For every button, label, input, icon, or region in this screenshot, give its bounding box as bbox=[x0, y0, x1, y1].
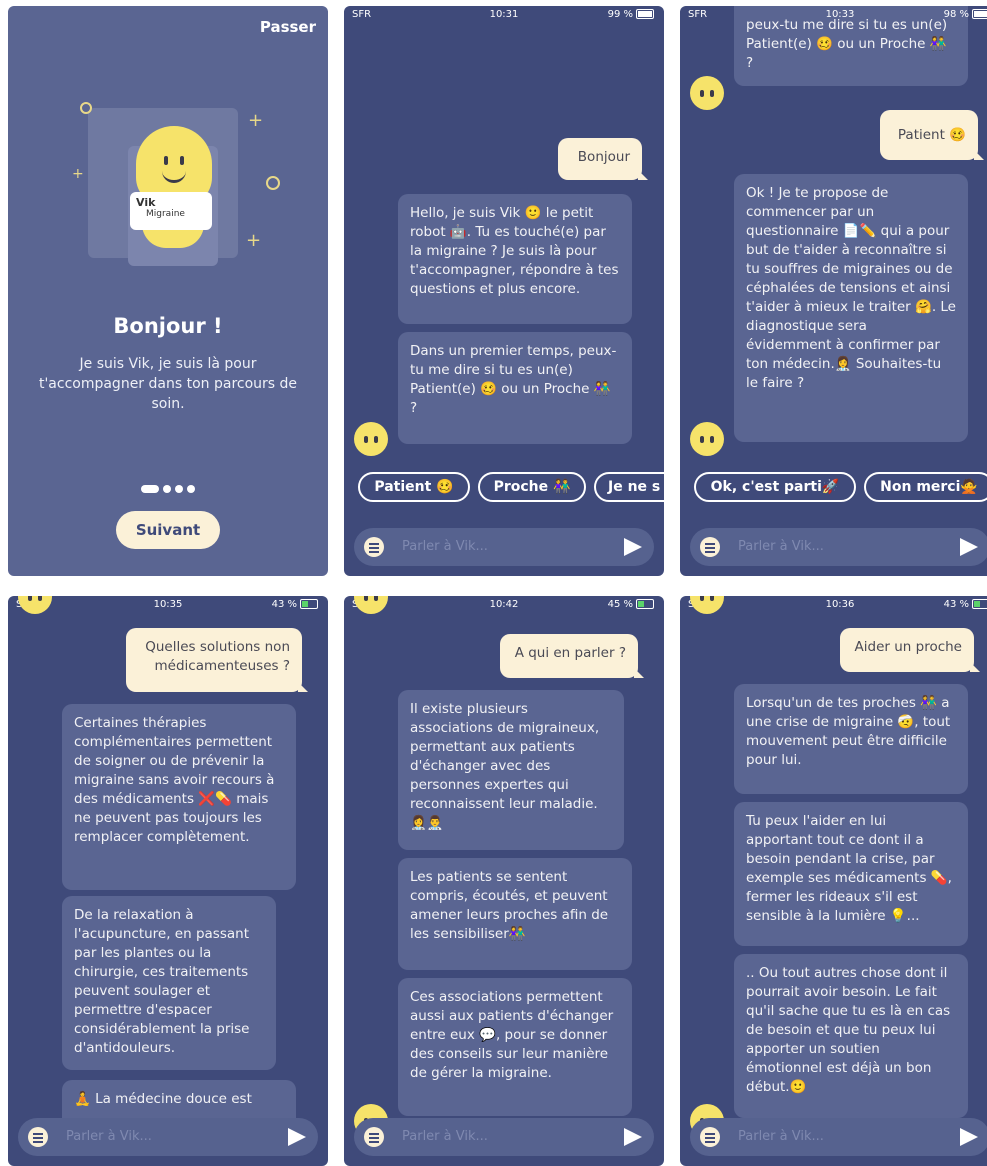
quick-reply-decline[interactable]: Non merci🙅 bbox=[864, 472, 987, 502]
menu-icon[interactable] bbox=[700, 1127, 720, 1147]
page-dot bbox=[187, 484, 195, 493]
message-input-bar[interactable]: Parler à Vik... bbox=[18, 1118, 318, 1156]
chat-screen-non-drug-solutions: SFR 10:35 43 % Quelles solutions non méd… bbox=[8, 596, 328, 1166]
send-icon[interactable] bbox=[960, 1128, 978, 1146]
welcome-description: Je suis Vik, je suis là pour t'accompagn… bbox=[38, 356, 298, 412]
bot-avatar-icon bbox=[690, 76, 724, 110]
battery-indicator: 43 % bbox=[272, 599, 318, 610]
chat-screen-questionnaire: peux-tu me dire si tu es un(e) Patient(e… bbox=[680, 6, 987, 576]
bot-message: Dans un premier temps, peux-tu me dire s… bbox=[398, 332, 632, 444]
user-message: Aider un proche bbox=[840, 628, 980, 672]
bot-message: Ok ! Je te propose de commencer par un q… bbox=[734, 174, 968, 442]
chat-screen-intro: SFR 10:31 99 % Bonjour Hello, je suis Vi… bbox=[344, 6, 664, 576]
message-input-bar[interactable]: Parler à Vik... bbox=[354, 1118, 654, 1156]
next-button[interactable]: Suivant bbox=[116, 511, 220, 549]
mascot-shirt: Vik Migraine bbox=[130, 192, 212, 230]
quick-reply-other[interactable]: Je ne s bbox=[594, 472, 664, 502]
circle-decoration bbox=[80, 102, 92, 114]
quick-reply-patient[interactable]: Patient 🥴 bbox=[358, 472, 470, 502]
bot-message: Ces associations permettent aussi aux pa… bbox=[398, 978, 632, 1116]
quick-replies: Patient 🥴 Proche 👫 Je ne s bbox=[344, 472, 664, 502]
page-dot-active bbox=[141, 484, 159, 493]
message-input[interactable]: Parler à Vik... bbox=[402, 539, 488, 554]
battery-indicator: 45 % bbox=[608, 599, 654, 610]
quick-reply-proche[interactable]: Proche 👫 bbox=[478, 472, 586, 502]
user-message: Bonjour bbox=[558, 138, 648, 180]
menu-icon[interactable] bbox=[364, 537, 384, 557]
status-bar: SFR 10:36 43 % bbox=[680, 596, 987, 614]
bot-avatar-icon bbox=[354, 422, 388, 456]
status-bar: SFR 10:42 45 % bbox=[344, 596, 664, 614]
battery-indicator: 99 % bbox=[608, 9, 654, 20]
menu-icon[interactable] bbox=[700, 537, 720, 557]
status-bar: SFR 10:35 43 % bbox=[8, 596, 328, 614]
clock: 10:36 bbox=[825, 599, 855, 610]
chat-screen-who-to-talk: SFR 10:42 45 % A qui en parler ? Il exis… bbox=[344, 596, 664, 1166]
menu-icon[interactable] bbox=[364, 1127, 384, 1147]
clock: 10:33 bbox=[825, 9, 855, 20]
bot-message: Tu peux l'aider en lui apportant tout ce… bbox=[734, 802, 968, 946]
bot-message: Il existe plusieurs associations de migr… bbox=[398, 690, 624, 850]
send-icon[interactable] bbox=[624, 1128, 642, 1146]
plus-decoration: + bbox=[72, 166, 84, 182]
send-icon[interactable] bbox=[288, 1128, 306, 1146]
welcome-title: Bonjour ! bbox=[113, 314, 223, 338]
circle-decoration bbox=[266, 176, 280, 190]
battery-icon bbox=[636, 9, 654, 19]
quick-reply-start[interactable]: Ok, c'est parti🚀 bbox=[694, 472, 856, 502]
bot-avatar-icon bbox=[690, 422, 724, 456]
menu-icon[interactable] bbox=[28, 1127, 48, 1147]
user-message: A qui en parler ? bbox=[500, 634, 644, 678]
bot-message: Lorsqu'un de tes proches 👫 a une crise d… bbox=[734, 684, 968, 794]
message-input[interactable]: Parler à Vik... bbox=[66, 1129, 152, 1144]
bot-message: .. Ou tout autres chose dont il pourrait… bbox=[734, 954, 968, 1118]
battery-indicator: 98 % bbox=[944, 9, 987, 20]
message-input-bar[interactable]: Parler à Vik... bbox=[690, 528, 987, 566]
battery-icon bbox=[300, 599, 318, 609]
plus-decoration: + bbox=[248, 110, 264, 131]
page-dot bbox=[175, 484, 183, 493]
skip-button[interactable]: Passer bbox=[260, 18, 316, 36]
plus-decoration: + bbox=[246, 230, 262, 251]
battery-icon bbox=[972, 9, 987, 19]
page-dot bbox=[163, 484, 171, 493]
page-indicator bbox=[8, 478, 328, 497]
bot-message: De la relaxation à l'acupuncture, en pas… bbox=[62, 896, 276, 1070]
quick-replies: Ok, c'est parti🚀 Non merci🙅 bbox=[680, 472, 987, 502]
battery-icon bbox=[972, 599, 987, 609]
bot-message: Certaines thérapies complémentaires perm… bbox=[62, 704, 296, 890]
battery-indicator: 43 % bbox=[944, 599, 987, 610]
chat-screen-help-relative: SFR 10:36 43 % Aider un proche Lorsqu'un… bbox=[680, 596, 987, 1166]
send-icon[interactable] bbox=[960, 538, 978, 556]
bot-message: Les patients se sentent compris, écoutés… bbox=[398, 858, 632, 970]
user-message: Quelles solutions non médicamenteuses ? bbox=[126, 628, 308, 692]
message-input[interactable]: Parler à Vik... bbox=[402, 1129, 488, 1144]
send-icon[interactable] bbox=[624, 538, 642, 556]
shirt-name: Vik bbox=[136, 196, 156, 209]
status-bar: SFR 10:33 98 % bbox=[680, 6, 987, 24]
battery-icon bbox=[636, 599, 654, 609]
message-input[interactable]: Parler à Vik... bbox=[738, 1129, 824, 1144]
user-message: Patient 🥴 bbox=[880, 110, 984, 160]
message-input-bar[interactable]: Parler à Vik... bbox=[690, 1118, 987, 1156]
status-bar: SFR 10:31 99 % bbox=[344, 6, 664, 24]
message-input-bar[interactable]: Parler à Vik... bbox=[354, 528, 654, 566]
message-input[interactable]: Parler à Vik... bbox=[738, 539, 824, 554]
onboarding-screen: Passer + + + Vik Migraine Bonjour ! Je s… bbox=[8, 6, 328, 576]
shirt-subtitle: Migraine bbox=[146, 209, 185, 219]
bot-message: Hello, je suis Vik 🙂 le petit robot 🤖. T… bbox=[398, 194, 632, 324]
